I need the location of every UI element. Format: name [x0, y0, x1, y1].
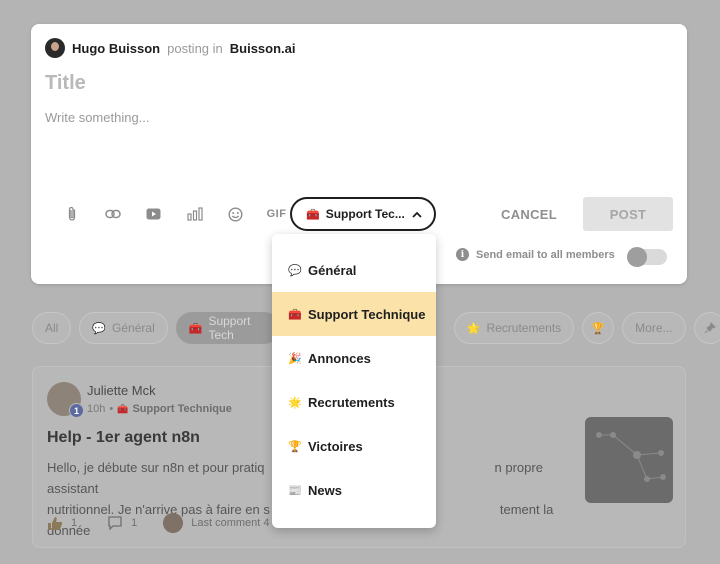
post-author[interactable]: Juliette Mck [87, 383, 156, 398]
toolbox-icon: 🧰 [188, 322, 203, 335]
link-button[interactable] [92, 202, 133, 226]
toggle-knob [627, 247, 647, 267]
toolbox-icon: 🧰 [306, 208, 320, 221]
category-option[interactable]: 🎉 Annonces [272, 336, 436, 380]
category-option-label: Recrutements [308, 394, 395, 410]
filter-more-button[interactable]: More... [622, 312, 686, 344]
category-select[interactable]: 🧰 Support Tec... [290, 197, 436, 231]
video-button[interactable] [133, 202, 174, 226]
thumbs-up-icon[interactable] [47, 516, 63, 531]
emoji-button[interactable] [215, 202, 256, 226]
post-title[interactable]: Help - 1er agent n8n [47, 429, 200, 447]
post-footer: 1 1 Last comment 4 [47, 513, 270, 533]
filter-label: Recrutements [486, 321, 562, 335]
send-email-toggle[interactable] [627, 247, 667, 267]
filter-label: Support Tech [208, 314, 251, 342]
chevron-up-icon [412, 211, 422, 218]
excerpt-text: Hello, je débute sur n8n et pour pratiq [47, 460, 265, 475]
toolbox-icon: 🧰 [117, 403, 129, 414]
meta-separator: • [109, 403, 114, 415]
post-title-input[interactable] [45, 72, 645, 95]
post-thumbnail[interactable] [585, 417, 673, 503]
category-option[interactable]: 🏆 Victoires [272, 424, 436, 468]
cancel-button[interactable]: CANCEL [491, 197, 567, 231]
post-body-input[interactable] [45, 110, 665, 190]
community-name: Buisson.ai [229, 40, 296, 56]
paperclip-icon [68, 206, 75, 221]
post-meta: 10h • 🧰 Support Technique [87, 403, 232, 415]
poll-button[interactable] [174, 202, 215, 226]
send-email-row: i Send email to all members [456, 248, 615, 261]
category-option-label: Support Technique [308, 306, 426, 322]
category-select-value: Support Tec... [325, 207, 405, 221]
avatar [45, 38, 65, 58]
level-badge: 1 [69, 403, 84, 418]
category-option-label: Annonces [308, 350, 371, 366]
filter-chip-support[interactable]: 🧰 Support Tech [175, 312, 280, 344]
category-option[interactable]: 💬 Général [272, 248, 436, 292]
trophy-icon: 🏆 [288, 440, 302, 453]
trophy-icon: 🏆 [591, 322, 605, 335]
send-email-label: Send email to all members [476, 248, 615, 261]
filter-chip-general[interactable]: 💬 Général [79, 312, 168, 344]
category-option-label: News [308, 482, 342, 498]
speech-bubble-icon: 💬 [92, 322, 107, 335]
filter-label: All [45, 321, 59, 335]
post-time: 10h [87, 403, 106, 415]
info-icon[interactable]: i [456, 248, 469, 261]
filter-chip-all[interactable]: All [32, 312, 72, 344]
star-icon: 🌟 [466, 322, 481, 335]
filter-chip-recrutements[interactable]: 🌟 Recrutements [453, 312, 575, 344]
gif-label: GIF [266, 208, 287, 220]
category-option[interactable]: 📰 News [272, 468, 436, 512]
post-button[interactable]: POST [583, 197, 673, 231]
workflow-image [596, 432, 666, 482]
speech-bubble-icon: 💬 [288, 264, 302, 277]
toolbox-icon: 🧰 [288, 308, 302, 321]
category-option-label: Victoires [308, 438, 363, 454]
filter-label: More... [635, 321, 673, 335]
filter-label: Général [112, 321, 155, 335]
poll-icon [186, 207, 203, 221]
filter-chip-victoires[interactable]: 🏆 [582, 312, 615, 344]
link-icon [104, 209, 121, 219]
last-comment-text: Last comment 4 [191, 517, 270, 529]
pin-filter-button[interactable] [693, 312, 720, 344]
author-name: Hugo Buisson [72, 40, 161, 56]
post-category[interactable]: Support Technique [132, 403, 231, 415]
category-dropdown-menu: 💬 Général 🧰 Support Technique 🎉 Annonces 🌟 Recr… [272, 234, 436, 528]
last-commenter-avatar [163, 513, 184, 533]
newspaper-icon: 📰 [288, 484, 302, 497]
pin-icon [704, 322, 716, 334]
party-popper-icon: 🎉 [288, 352, 302, 365]
star-icon: 🌟 [288, 396, 302, 409]
youtube-icon [146, 208, 161, 220]
category-option[interactable]: 🌟 Recrutements [272, 380, 436, 424]
category-option-label: Général [308, 262, 357, 278]
posting-in-text: posting in [167, 40, 223, 56]
composer-author-row: Hugo Buisson posting in Buisson.ai [45, 38, 296, 58]
comment-count: 1 [131, 517, 138, 529]
like-count: 1 [71, 517, 78, 529]
comment-icon[interactable] [107, 516, 123, 530]
composer-toolbar: GIF [51, 202, 297, 226]
attach-button[interactable] [51, 202, 92, 226]
emoji-icon [228, 206, 243, 222]
category-option[interactable]: 🧰 Support Technique [272, 292, 436, 336]
